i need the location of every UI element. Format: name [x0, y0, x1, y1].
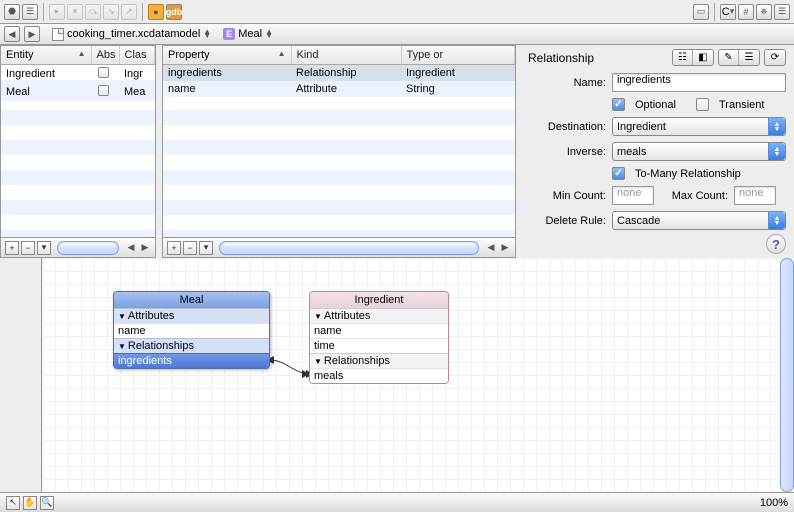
counterpart-icon[interactable]: C▾ [720, 4, 736, 20]
stop-sign-icon[interactable]: ⬣ [4, 4, 20, 20]
scroll-right-icon[interactable]: ▶ [139, 242, 151, 254]
col-kind[interactable]: Kind [291, 46, 401, 65]
col-property[interactable]: Property▲ [163, 46, 291, 65]
tomany-label: To-Many Relationship [635, 168, 741, 180]
hand-tool-icon[interactable]: ✋ [23, 496, 37, 510]
entity-node-ingredient[interactable]: Ingredient ▼Attributes name time ▼Relati… [309, 291, 449, 384]
canvas-gutter [0, 258, 42, 492]
inverse-label: Inverse: [528, 146, 606, 158]
inverse-popup[interactable]: meals▲▼ [612, 142, 786, 161]
lock-icon[interactable]: ⎈ [756, 4, 772, 20]
property-row-name[interactable]: name Attribute String [163, 81, 515, 97]
back-button[interactable]: ◀ [4, 26, 20, 42]
file-crumb[interactable]: cooking_timer.xcdatamodel ▲▼ [48, 26, 215, 42]
tasks-icon[interactable]: ☰ [22, 4, 38, 20]
add-entity-button[interactable]: + [5, 241, 19, 255]
tomany-checkbox[interactable]: ✓ [612, 167, 625, 180]
rel-meals[interactable]: meals [310, 368, 448, 383]
breadcrumb: ◀ ▶ cooking_timer.xcdatamodel ▲▼ E Meal … [0, 24, 794, 45]
name-label: Name: [528, 77, 606, 89]
mincount-field[interactable]: none [612, 186, 654, 205]
zoom-level[interactable]: 100% [760, 497, 788, 509]
rel-ingredients[interactable]: ingredients [114, 353, 269, 368]
col-entity[interactable]: Entity▲ [1, 46, 91, 65]
gdb-icon[interactable]: gdb [166, 4, 182, 20]
optional-checkbox[interactable]: ✓ [612, 98, 625, 111]
add-property-button[interactable]: + [167, 241, 181, 255]
entity-crumb[interactable]: E Meal ▲▼ [219, 26, 277, 42]
pause-icon: ⏸ [67, 4, 83, 20]
forward-button[interactable]: ▶ [24, 26, 40, 42]
destination-label: Destination: [528, 121, 606, 133]
help-button[interactable]: ? [766, 234, 786, 254]
entity-footer: + − ▾ ◀ ▶ [1, 237, 155, 257]
zoom-tool-icon[interactable]: 🔍 [40, 496, 54, 510]
inspector-heading: Relationship [528, 51, 594, 65]
abstract-checkbox[interactable] [98, 85, 109, 96]
property-row-ingredients[interactable]: ingredients Relationship Ingredient [163, 65, 515, 81]
entity-title: Ingredient [310, 292, 448, 308]
continue-icon: ▸ [49, 4, 65, 20]
attr-time[interactable]: time [310, 338, 448, 353]
step-over-icon: ⤼ [85, 4, 101, 20]
attr-name[interactable]: name [310, 323, 448, 338]
main-toolbar: ⬣ ☰ ▸ ⏸ ⤼ ↘ ↗ ● gdb ▭ C▾ # ⎈ ☰ [0, 0, 794, 24]
entity-list-panel: Entity▲ Abs Clas Ingredient Ingr Meal Me… [0, 45, 156, 258]
transient-label: Transient [719, 99, 764, 111]
property-footer: + − ▾ ◀ ▶ [163, 237, 515, 257]
entity-scrollbar[interactable] [57, 241, 119, 255]
remove-entity-button[interactable]: − [21, 241, 35, 255]
breakpoint-icon[interactable]: ● [148, 4, 164, 20]
destination-popup[interactable]: Ingredient▲▼ [612, 117, 786, 136]
inspector-tool-seg[interactable]: ✎☰ [718, 49, 760, 66]
inspector-mode-seg[interactable]: ☷◧ [672, 49, 714, 66]
inspector-panel: Relationship ☷◧ ✎☰ ⟳ Name: ingredients ✓… [520, 45, 794, 258]
transient-checkbox[interactable] [696, 98, 709, 111]
attr-name[interactable]: name [114, 323, 269, 338]
step-into-icon: ↘ [103, 4, 119, 20]
col-class[interactable]: Clas [119, 46, 155, 65]
entity-menu-button[interactable]: ▾ [37, 241, 51, 255]
document-icon [52, 28, 64, 41]
grid-icon[interactable]: # [738, 4, 754, 20]
entity-row-meal[interactable]: Meal Mea [1, 83, 155, 101]
property-menu-button[interactable]: ▾ [199, 241, 213, 255]
deleterule-label: Delete Rule: [528, 215, 606, 227]
inspector-sync-button[interactable]: ⟳ [764, 49, 786, 66]
diagram-canvas[interactable]: Meal ▼Attributes name ▼Relationships ing… [0, 258, 794, 492]
scroll-left-icon[interactable]: ◀ [485, 242, 497, 254]
status-bar: ↖ ✋ 🔍 100% [0, 492, 794, 512]
entity-title: Meal [114, 292, 269, 308]
editor-mode-icon[interactable]: ▭ [693, 4, 709, 20]
step-out-icon: ↗ [121, 4, 137, 20]
maxcount-field[interactable]: none [734, 186, 776, 205]
property-scrollbar[interactable] [219, 241, 479, 255]
name-field[interactable]: ingredients [612, 73, 786, 92]
maxcount-label: Max Count: [660, 190, 728, 202]
property-list-panel: Property▲ Kind Type or ingredients Relat… [162, 45, 516, 258]
remove-property-button[interactable]: − [183, 241, 197, 255]
pointer-tool-icon[interactable]: ↖ [6, 496, 20, 510]
optional-label: Optional [635, 99, 676, 111]
mincount-label: Min Count: [528, 190, 606, 202]
entity-node-meal[interactable]: Meal ▼Attributes name ▼Relationships ing… [113, 291, 270, 369]
entity-icon: E [223, 28, 235, 40]
scroll-right-icon[interactable]: ▶ [499, 242, 511, 254]
col-abstract[interactable]: Abs [91, 46, 119, 65]
col-type[interactable]: Type or [401, 46, 515, 65]
entity-row-ingredient[interactable]: Ingredient Ingr [1, 65, 155, 83]
deleterule-popup[interactable]: Cascade▲▼ [612, 211, 786, 230]
abstract-checkbox[interactable] [98, 67, 109, 78]
list-icon[interactable]: ☰ [774, 4, 790, 20]
canvas-v-scrollbar[interactable] [780, 258, 794, 492]
scroll-left-icon[interactable]: ◀ [125, 242, 137, 254]
